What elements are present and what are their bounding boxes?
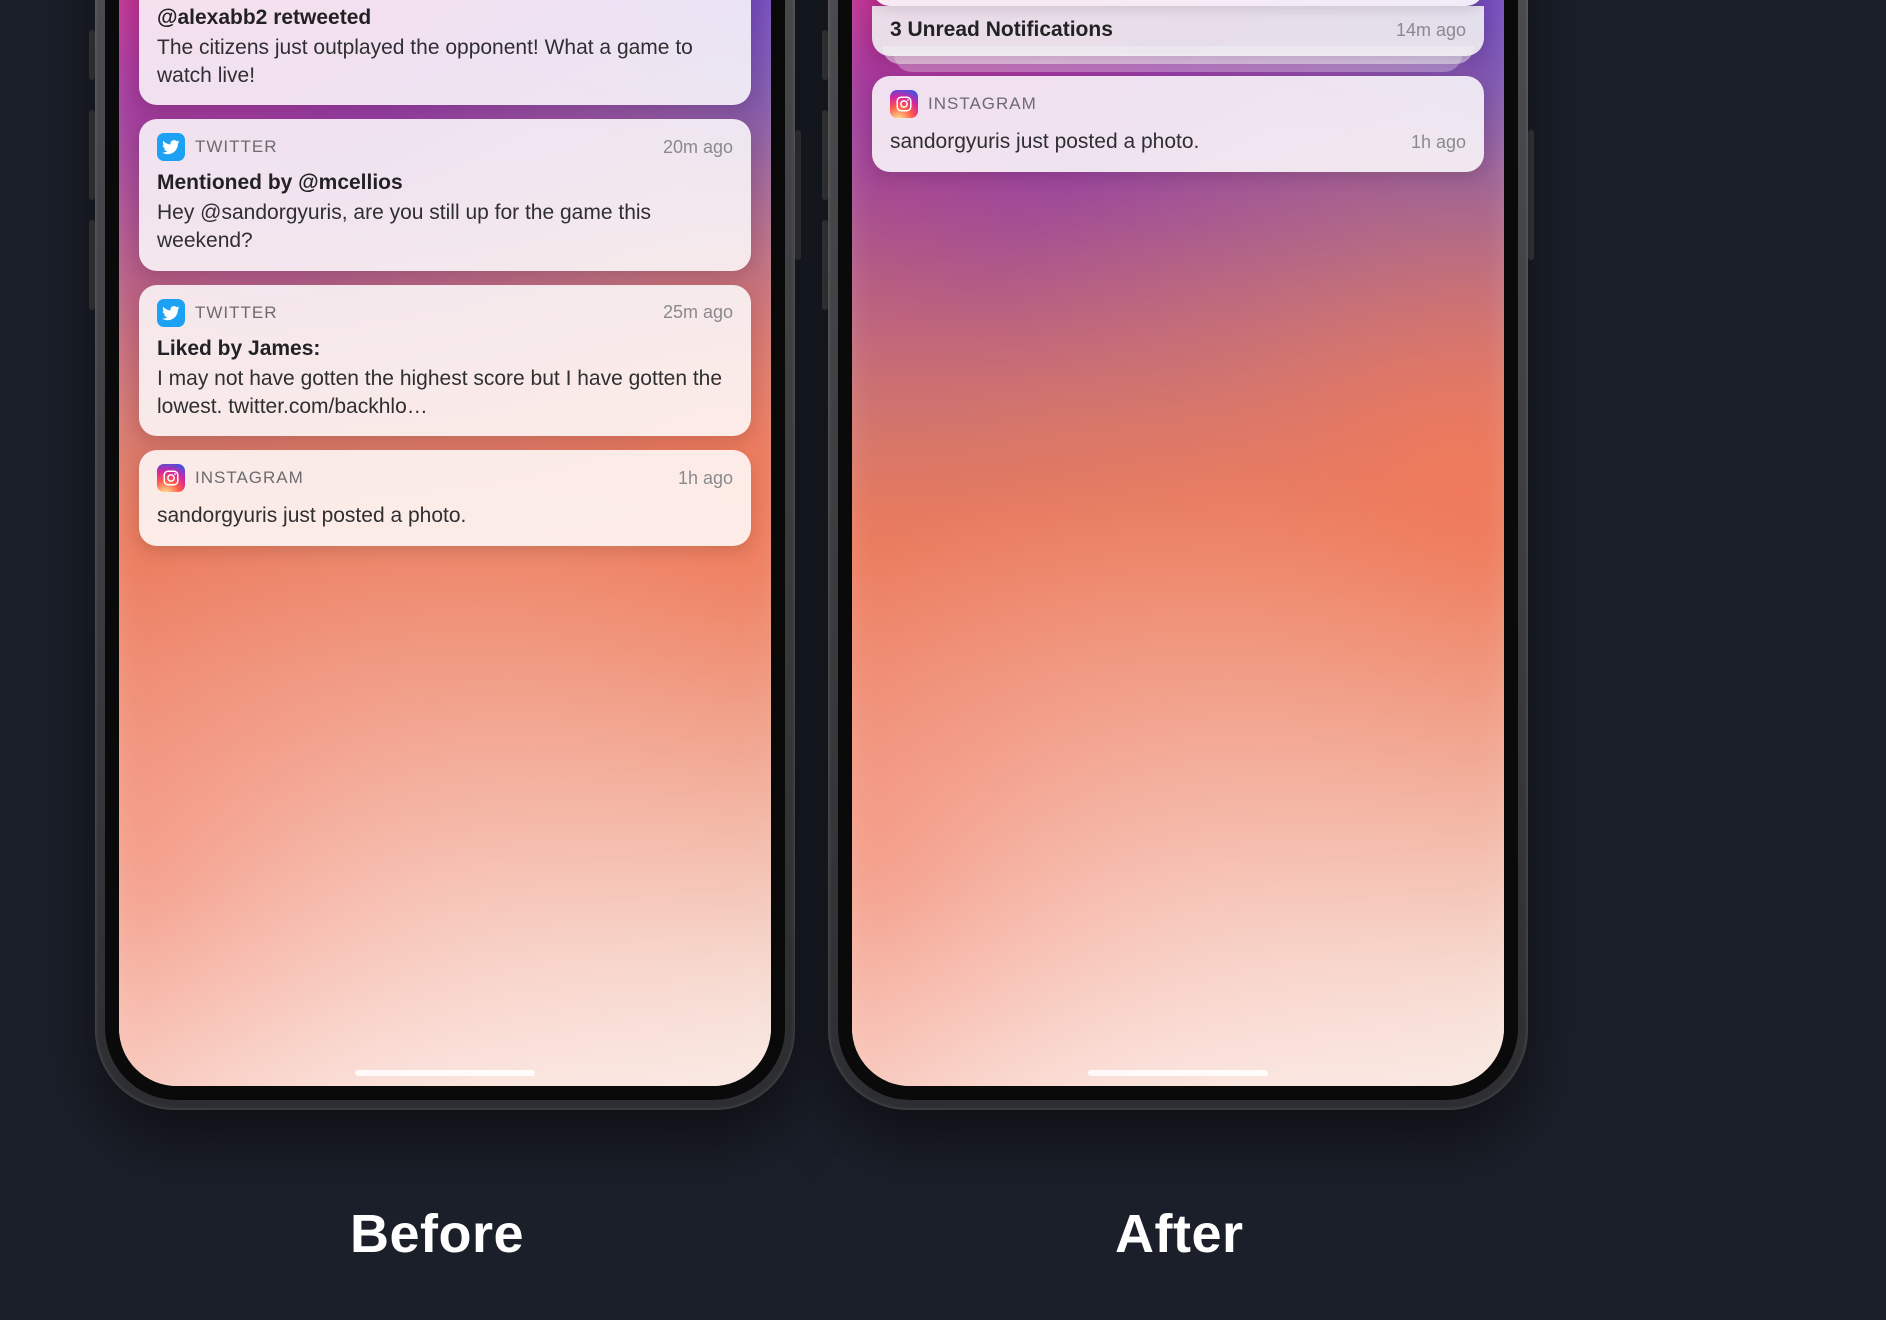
- notification-title: Mentioned by @mcellios: [157, 171, 733, 195]
- phone-after: Earlier Today TWITTER Show More: [828, 0, 1528, 1110]
- notification-body: Hey @sandorgyuris, are you still up for …: [157, 199, 733, 254]
- app-name: TWITTER: [195, 137, 278, 157]
- notification-title: @alexabb2 retweeted: [157, 6, 733, 30]
- notification-card[interactable]: TWITTER 20m ago Mentioned by @mcellios H…: [139, 119, 751, 270]
- side-button: [1528, 130, 1534, 260]
- app-name: INSTAGRAM: [928, 94, 1037, 114]
- notification-body: sandorgyuris just posted a photo.: [890, 128, 1199, 156]
- stack-shadow: [894, 54, 1462, 72]
- notification-time: 20m ago: [663, 137, 733, 158]
- phone-before: Earlier Today TWITTER 14m ago @alexabb2: [95, 0, 795, 1110]
- app-name: INSTAGRAM: [195, 468, 304, 488]
- notification-body: sandorgyuris just posted a photo.: [157, 502, 733, 530]
- instagram-icon: [890, 90, 918, 118]
- notification-card[interactable]: INSTAGRAM sandorgyuris just posted a pho…: [872, 76, 1484, 172]
- notification-card[interactable]: TWITTER 25m ago Liked by James: I may no…: [139, 285, 751, 436]
- caption-after: After: [1115, 1203, 1244, 1265]
- side-button: [795, 130, 801, 260]
- caption-before: Before: [350, 1203, 524, 1265]
- notification-time: 1h ago: [678, 468, 733, 489]
- twitter-icon: [157, 133, 185, 161]
- notification-time: 25m ago: [663, 302, 733, 323]
- notification-body: The citizens just outplayed the opponent…: [157, 34, 733, 89]
- notification-time: 1h ago: [1411, 132, 1466, 153]
- instagram-icon: [157, 464, 185, 492]
- app-name: TWITTER: [195, 303, 278, 323]
- notification-group[interactable]: TWITTER Show More 3 Unread Notifications…: [872, 0, 1484, 56]
- notification-card[interactable]: TWITTER 14m ago @alexabb2 retweeted The …: [139, 0, 751, 105]
- home-indicator[interactable]: [355, 1070, 535, 1076]
- notification-body: I may not have gotten the highest score …: [157, 365, 733, 420]
- notification-title: Liked by James:: [157, 337, 733, 361]
- twitter-icon: [157, 299, 185, 327]
- notification-time: 14m ago: [1396, 20, 1466, 41]
- notification-card[interactable]: INSTAGRAM 1h ago sandorgyuris just poste…: [139, 450, 751, 546]
- home-indicator[interactable]: [1088, 1070, 1268, 1076]
- group-summary: 3 Unread Notifications: [890, 18, 1113, 42]
